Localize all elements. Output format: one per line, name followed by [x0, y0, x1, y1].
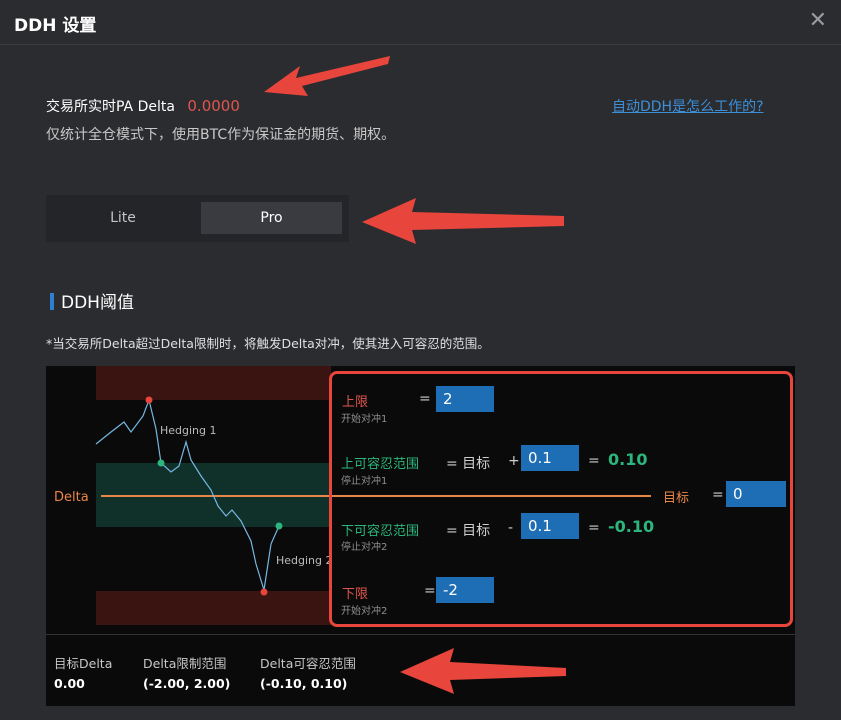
upper-tolerance-sub: 停止对冲1: [341, 476, 388, 487]
description-text: 仅统计全仓模式下，使用BTC作为保证金的期货、期权。: [46, 127, 396, 143]
upper-tolerance-result: 0.10: [608, 450, 648, 469]
title-bar: DDH 设置 ✕: [0, 0, 841, 45]
lower-tolerance-result-eq: =: [588, 520, 600, 536]
close-icon[interactable]: ✕: [809, 8, 827, 34]
upper-trigger-point: [145, 396, 153, 404]
lower-limit-sub: 开始对冲2: [341, 606, 388, 617]
upper-tolerance-input[interactable]: 0.1: [521, 445, 579, 471]
lower-trigger-point: [260, 588, 268, 596]
target-label: 目标: [663, 491, 690, 506]
annotation-arrow-icon: [264, 56, 390, 96]
mode-toggle: Lite Pro: [46, 195, 349, 242]
help-link[interactable]: 自动DDH是怎么工作的?: [612, 96, 764, 116]
section-title-text: DDH阈值: [61, 293, 134, 313]
lower-tolerance-result: -0.10: [608, 517, 655, 536]
upper-limit-label: 上限: [342, 395, 369, 410]
lower-limit-label: 下限: [342, 587, 369, 602]
pa-delta-label: 交易所实时PA Delta: [46, 99, 175, 115]
upper-tolerance-result-eq: =: [588, 453, 600, 469]
tab-pro[interactable]: Pro: [201, 202, 342, 234]
hedging1-label: Hedging 1: [160, 424, 217, 437]
upper-tolerance-label: 上可容忍范围: [341, 457, 420, 472]
delta-limit-range-label: Delta限制范围: [143, 656, 227, 671]
pa-delta-row: 交易所实时PA Delta 0.0000: [46, 96, 240, 116]
lower-tolerance-op: -: [508, 520, 514, 536]
target-delta-label: 目标Delta: [54, 656, 113, 671]
annotation-arrow-icon: [362, 198, 564, 244]
upper-limit-sub: 开始对冲1: [341, 414, 388, 425]
section-title: DDH阈值: [50, 288, 134, 313]
target-delta-value: 0.00: [54, 676, 85, 691]
upper-limit-zone: [96, 366, 331, 400]
lower-tolerance-input[interactable]: 0.1: [521, 513, 579, 539]
upper-tolerance-eq: = 目标: [446, 456, 491, 472]
lower-limit-zone: [96, 591, 331, 625]
section-accent-bar: [50, 293, 54, 310]
lower-tolerance-sub: 停止对冲2: [341, 542, 388, 553]
summary-divider: [46, 634, 795, 635]
pa-delta-value: 0.0000: [187, 97, 240, 115]
delta-tolerance-range-label: Delta可容忍范围: [260, 656, 356, 671]
lower-tolerance-label: 下可容忍范围: [341, 524, 420, 539]
target-input[interactable]: 0: [726, 481, 786, 507]
upper-stop-point: [157, 459, 165, 467]
window-title: DDH 设置: [14, 16, 97, 36]
lower-limit-eq: =: [424, 583, 436, 599]
delta-tolerance-range-value: (-0.10, 0.10): [260, 676, 348, 691]
lower-stop-point: [275, 522, 283, 530]
target-eq: =: [712, 487, 724, 503]
lower-tolerance-eq: = 目标: [446, 523, 491, 539]
upper-limit-eq: =: [419, 391, 431, 407]
annotation-arrow-icon: [400, 648, 566, 694]
lower-limit-input[interactable]: -2: [436, 577, 494, 603]
tab-lite[interactable]: Lite: [50, 202, 196, 234]
upper-tolerance-op: +: [508, 453, 520, 469]
hedging2-label: Hedging 2: [276, 554, 333, 567]
delta-limit-range-value: (-2.00, 2.00): [143, 676, 231, 691]
upper-limit-input[interactable]: 2: [436, 386, 494, 412]
delta-axis-label: Delta: [54, 490, 89, 505]
threshold-note: *当交易所Delta超过Delta限制时，将触发Delta对冲，使其进入可容忍的…: [46, 336, 490, 351]
